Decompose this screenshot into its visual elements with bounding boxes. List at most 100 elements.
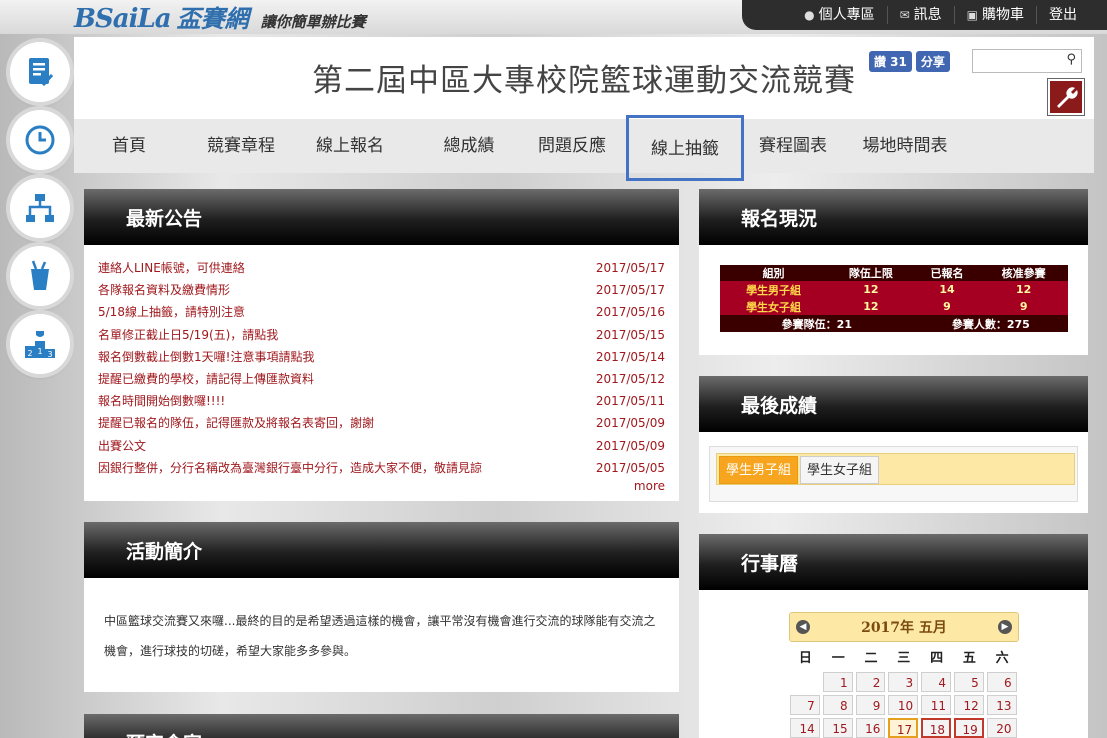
menu-item-home[interactable]: 首頁 xyxy=(74,119,184,173)
next-month-icon[interactable]: ▶ xyxy=(998,620,1012,634)
weekday: 六 xyxy=(995,651,1009,666)
calendar-day[interactable]: 12 xyxy=(953,695,984,715)
news-item[interactable]: 各隊報名資料及繳費情形 2017/05/17 xyxy=(98,279,665,301)
news-item[interactable]: 名單修正截止日5/19(五)，請點我 2017/05/15 xyxy=(98,324,665,346)
calendar-day[interactable]: 4 xyxy=(921,672,951,692)
search-box[interactable]: ⚲ xyxy=(972,49,1082,73)
news-item-text[interactable]: 5/18線上抽籤，請特別注意 xyxy=(98,301,245,323)
news-item-date: 2017/05/05 xyxy=(595,460,665,475)
basket-icon: ▣ xyxy=(966,8,978,22)
search-icon[interactable]: ⚲ xyxy=(1066,52,1076,67)
admin-tool-button[interactable] xyxy=(1048,79,1084,115)
menu-item-register[interactable]: 線上報名 xyxy=(300,119,400,173)
news-item-date: 2017/05/09 xyxy=(595,438,665,453)
menu-item-schedule-chart[interactable]: 賽程圖表 xyxy=(743,119,843,173)
news-item-text[interactable]: 提醒已繳費的學校，請記得上傳匯款資料 xyxy=(98,368,314,390)
news-item-text[interactable]: 出賽公文 xyxy=(98,435,146,457)
news-item[interactable]: 因銀行整併，分行名稱改為臺灣銀行臺中分行，造成大家不便，敬請見諒 2017/05/… xyxy=(98,457,665,479)
table-row: 學生女子組 12 9 9 xyxy=(719,298,1068,315)
calendar-day[interactable]: 16 xyxy=(855,718,886,738)
news-item[interactable]: 連絡人LINE帳號，可供連絡 2017/05/17 xyxy=(98,257,665,279)
news-item-text[interactable]: 報名時間開始倒數囉!!!! xyxy=(98,390,225,412)
calendar-day[interactable]: 13 xyxy=(986,695,1017,715)
registration-list-button[interactable] xyxy=(10,42,70,102)
weekday: 五 xyxy=(962,651,976,666)
calendar-day[interactable]: 10 xyxy=(888,695,919,715)
news-item[interactable]: 5/18線上抽籤，請特別注意 2017/05/16 xyxy=(98,301,665,323)
news-item-date: 2017/05/12 xyxy=(595,372,665,387)
menu-item-rules[interactable]: 競賽章程 xyxy=(191,119,291,173)
bracket-icon xyxy=(26,194,54,222)
weekday: 日 xyxy=(798,651,812,666)
calendar-day[interactable]: 15 xyxy=(822,718,853,738)
news-item[interactable]: 出賽公文 2017/05/09 xyxy=(98,435,665,457)
calendar-day[interactable]: 14 xyxy=(790,718,820,738)
news-item-date: 2017/05/15 xyxy=(595,327,665,342)
news-list: 連絡人LINE帳號，可供連絡 2017/05/17 各隊報名資料及繳費情形 2017… xyxy=(84,245,679,479)
messages-link[interactable]: ✉ 訊息 xyxy=(886,6,954,24)
svg-text:3: 3 xyxy=(47,350,52,359)
menu-item-total-score[interactable]: 總成績 xyxy=(419,119,519,173)
calendar-day[interactable]: 3 xyxy=(888,672,919,692)
menu-item-feedback[interactable]: 問題反應 xyxy=(522,119,622,173)
news-item-text[interactable]: 報名倒數截止倒數1天囉!注意事項請點我 xyxy=(98,346,314,368)
calendar-day[interactable]: 11 xyxy=(921,695,951,715)
calendar-day[interactable]: 6 xyxy=(986,672,1017,692)
table-cell: 12 xyxy=(827,298,915,315)
menu-item-draw[interactable]: 線上抽籤 xyxy=(626,115,744,181)
weekday: 三 xyxy=(897,651,911,666)
calendar-day[interactable]: 8 xyxy=(822,695,853,715)
table-cell: 學生女子組 xyxy=(719,298,828,315)
news-item[interactable]: 提醒已繳費的學校，請記得上傳匯款資料 2017/05/12 xyxy=(98,368,665,390)
logo-slogan: 讓你簡單辦比賽 xyxy=(260,13,366,31)
final-results-title: 最後成績 xyxy=(699,376,1088,432)
table-cell: 14 xyxy=(914,281,980,298)
site-logo[interactable]: BSaiLa 盃賽網 讓你簡單辦比賽 xyxy=(74,2,366,34)
facebook-share-button[interactable]: 分享 xyxy=(915,51,950,72)
calendar-day[interactable]: 1 xyxy=(822,672,853,692)
calendar-day[interactable]: 7 xyxy=(790,695,820,715)
calendar-day[interactable]: 2 xyxy=(855,672,886,692)
drinks-button[interactable] xyxy=(10,246,70,306)
col-header: 組別 xyxy=(719,265,828,281)
table-header-row: 組別 隊伍上限 已報名 核准參賽 xyxy=(719,265,1068,281)
schedule-button[interactable] xyxy=(10,110,70,170)
intro-text: 中區籃球交流賽又來囉...最終的目的是希望透過這樣的機會，讓平常沒有機會進行交流… xyxy=(104,614,656,658)
news-item[interactable]: 報名時間開始倒數囉!!!! 2017/05/11 xyxy=(98,390,665,412)
tab-men[interactable]: 學生男子組 xyxy=(719,456,799,484)
prev-month-icon[interactable]: ◀ xyxy=(796,620,810,634)
facebook-like-button[interactable]: 讚 31 xyxy=(869,51,912,72)
cart-link[interactable]: ▣ 購物車 xyxy=(953,6,1036,24)
col-header: 核准參賽 xyxy=(979,265,1068,281)
news-item[interactable]: 報名倒數截止倒數1天囉!注意事項請點我 2017/05/14 xyxy=(98,346,665,368)
weekday: 四 xyxy=(930,651,944,666)
news-item-date: 2017/05/11 xyxy=(595,394,665,409)
calendar-day-event[interactable]: 18 xyxy=(921,718,951,738)
news-item-date: 2017/05/17 xyxy=(595,283,665,298)
logout-link[interactable]: 登出 xyxy=(1036,6,1089,24)
calendar-day[interactable]: 9 xyxy=(855,695,886,715)
tab-women[interactable]: 學生女子組 xyxy=(800,456,880,484)
news-item-text[interactable]: 因銀行整併，分行名稱改為臺灣銀行臺中分行，造成大家不便，敬請見諒 xyxy=(98,457,482,479)
bracket-button[interactable] xyxy=(10,178,70,238)
personal-area-label: 個人專區 xyxy=(818,7,875,23)
registration-list-icon xyxy=(29,58,54,87)
calendar-day[interactable]: 5 xyxy=(953,672,984,692)
calendar-day-event[interactable]: 19 xyxy=(953,718,984,738)
news-item-text[interactable]: 提醒已報名的隊伍，記得匯款及將報名表寄回，謝謝 xyxy=(98,412,374,434)
table-summary-row: 參賽隊伍：21 參賽人數：275 xyxy=(719,315,1068,332)
news-item-date: 2017/05/14 xyxy=(595,349,665,364)
calendar-day-today[interactable]: 17 xyxy=(888,718,919,738)
news-item-text[interactable]: 連絡人LINE帳號，可供連絡 xyxy=(98,257,245,279)
calendar-day-empty xyxy=(790,672,820,692)
news-item-text[interactable]: 各隊報名資料及繳費情形 xyxy=(98,279,230,301)
calendar-month: 2017年 五月 xyxy=(861,620,947,636)
menu-item-venue-time[interactable]: 場地時間表 xyxy=(855,119,955,173)
news-item-text[interactable]: 名單修正截止日5/19(五)，請點我 xyxy=(98,324,278,346)
news-more-link[interactable]: more xyxy=(84,479,679,493)
intro-title: 活動簡介 xyxy=(84,522,679,578)
calendar-day[interactable]: 20 xyxy=(986,718,1017,738)
personal-area-link[interactable]: ● 個人專區 xyxy=(792,6,886,24)
news-item[interactable]: 提醒已報名的隊伍，記得匯款及將報名表寄回，謝謝 2017/05/09 xyxy=(98,412,665,434)
ranking-button[interactable]: 2 1 3 xyxy=(10,314,70,374)
